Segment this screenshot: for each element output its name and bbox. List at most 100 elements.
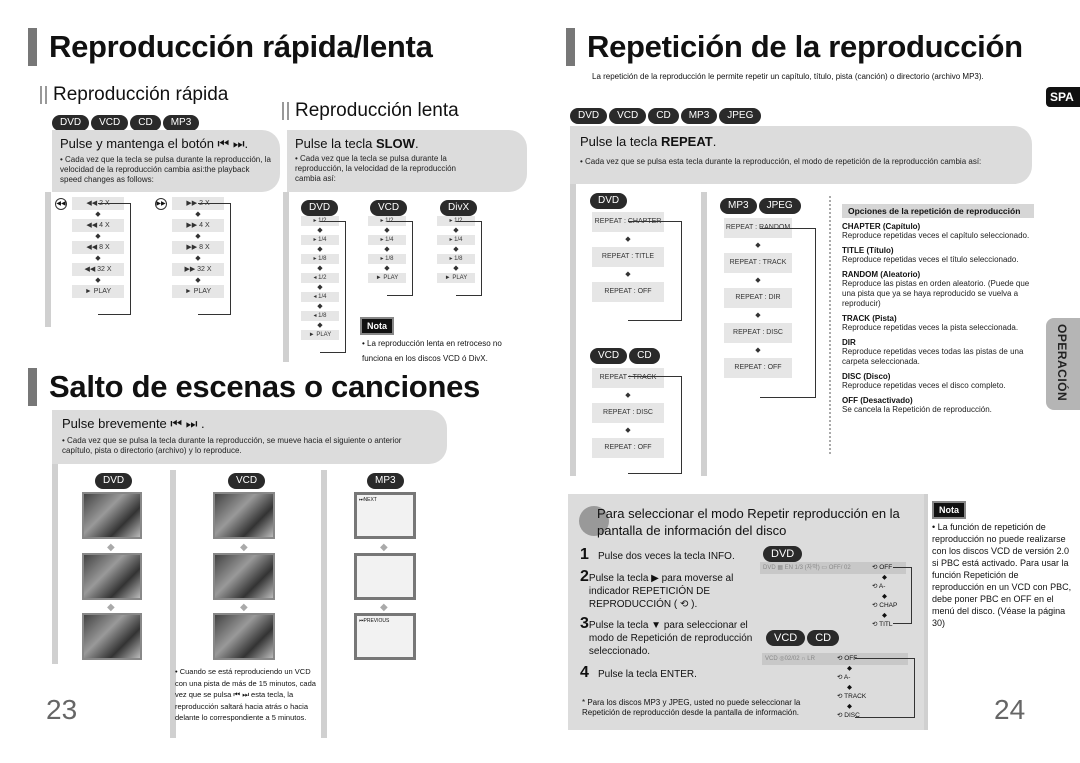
loop-arrow <box>98 203 131 315</box>
slow-divx-badge: DivX <box>440 197 479 216</box>
arrow-down-icon: ◆ <box>240 542 248 553</box>
instruction-text: Pulse la tecla <box>580 134 661 149</box>
option-item: OFF (Desactivado) Se cancela la Repetició… <box>842 396 1037 415</box>
arrow-down-icon: ◆ <box>380 602 388 613</box>
step-text: Pulse la tecla ▼ para seleccionar el mod… <box>588 620 753 657</box>
loop-arrow <box>855 658 915 718</box>
disc-badge: VCD <box>91 115 129 131</box>
disc-badge: VCD <box>766 630 806 646</box>
option-desc: Reproduce repetidas veces la pista selec… <box>842 323 1019 332</box>
disc-badge: CD <box>130 115 161 131</box>
divider-line <box>52 464 58 664</box>
loop-arrow <box>456 221 482 296</box>
repeat-subtitle: La repetición de la reproducción le perm… <box>592 72 984 81</box>
dvd-scene-image <box>82 553 142 600</box>
right-page-title: Repetición de la reproducción <box>566 28 1023 66</box>
repeat-note: • Cada vez que se pulsa esta tecla duran… <box>580 157 982 166</box>
disc-badge: DVD <box>301 200 339 216</box>
loop-arrow <box>760 228 816 398</box>
slow-dvd-badge: DVD <box>301 197 340 216</box>
option-item: DIR Reproduce repetidas veces todas las p… <box>842 338 1037 367</box>
disc-badge: MP3 <box>367 473 404 489</box>
section-tab-label: OPERACIÓN <box>1055 324 1069 402</box>
step-number: 4 <box>580 664 589 681</box>
repeat-nota-badge: Nota <box>932 500 966 519</box>
arrow-down-icon: ◆ <box>380 542 388 553</box>
option-desc: Reproduce repetidas veces todas las pist… <box>842 347 1024 366</box>
title-bar-decoration <box>28 28 37 66</box>
repeat-mp3jpeg-badges: MP3 JPEG <box>720 195 803 214</box>
step-text: Pulse la tecla ▶ para moverse al indicad… <box>588 573 734 610</box>
divider-line <box>45 192 51 327</box>
step-number: 3 <box>580 615 589 632</box>
instruction-text: Pulse la tecla <box>295 136 376 151</box>
option-name: DIR <box>842 338 856 347</box>
mp3-screen-previous: ⏮PREVIOUS <box>354 613 416 660</box>
info-step: 4 Pulse la tecla ENTER. <box>580 664 755 682</box>
option-desc: Reproduce las pistas en orden aleatorio.… <box>842 279 1030 308</box>
info-vcdcd-badges: VCD CD <box>766 628 841 646</box>
disc-badge: DivX <box>440 200 478 216</box>
dvd-scene-image <box>82 613 142 660</box>
disc-badge: VCD <box>609 108 647 124</box>
skip-title: Salto de escenas o canciones <box>28 368 480 406</box>
disc-badge: CD <box>807 630 840 646</box>
slow-instruction: Pulse la tecla SLOW. <box>295 136 419 151</box>
loop-arrow <box>893 567 912 624</box>
disc-badge: MP3 <box>680 108 718 124</box>
disc-badge: DVD <box>570 108 608 124</box>
language-tab: SPA <box>1046 87 1080 107</box>
skip-dvd-badge: DVD <box>95 470 134 489</box>
option-name: CHAPTER (Capítulo) <box>842 222 921 231</box>
divider-line <box>924 494 928 730</box>
fast-disc-badges: DVD VCD CD MP3 <box>52 112 201 131</box>
loop-arrow <box>628 221 682 321</box>
divider-line <box>570 184 576 476</box>
option-name: DISC (Disco) <box>842 372 891 381</box>
arrow-down-icon: ◆ <box>240 602 248 613</box>
arrow-down-icon: ◆ <box>107 602 115 613</box>
vcd-skip-note: • Cuando se está reproduciendo un VCD co… <box>175 667 316 722</box>
disc-badge: DVD <box>52 115 90 131</box>
skip-mp3-badge: MP3 <box>367 470 406 489</box>
disc-badge: CD <box>648 108 679 124</box>
option-desc: Reproduce repetidas veces el disco compl… <box>842 381 1006 390</box>
vcd-scene-image <box>213 613 275 660</box>
info-step: 1 Pulse dos veces la tecla INFO. <box>580 546 755 564</box>
fast-forward-icon: ▶▶ <box>155 198 167 210</box>
option-item: DISC (Disco) Reproduce repetidas veces el… <box>842 372 1037 391</box>
vcd-scene-image <box>213 553 275 600</box>
info-step: 2 Pulse la tecla ▶ para moverse al indica… <box>580 568 755 611</box>
option-item: CHAPTER (Capítulo) Reproduce repetidas ve… <box>842 222 1037 241</box>
disc-badge: DVD <box>590 193 628 209</box>
disc-badge: JPEG <box>758 198 801 214</box>
mp3-screen-next: ⏭NEXT <box>354 492 416 539</box>
page-number: 24 <box>994 694 1026 725</box>
vcd-scene-image <box>213 492 275 539</box>
page-number: 23 <box>46 694 78 725</box>
loop-arrow <box>628 376 682 474</box>
heading-bar-decoration <box>40 86 47 104</box>
disc-badge: VCD <box>370 200 408 216</box>
divider-line <box>283 192 289 362</box>
arrow-down-icon: ◆ <box>107 542 115 553</box>
disc-badge: JPEG <box>719 108 762 124</box>
fast-heading-text: Reproducción rápida <box>53 84 229 105</box>
slow-heading: Reproducción lenta <box>282 100 459 122</box>
options-list: CHAPTER (Capítulo) Reproduce repetidas ve… <box>842 222 1037 420</box>
step-text: Pulse dos veces la tecla INFO. <box>598 551 735 562</box>
repeat-instruction: Pulse la tecla REPEAT. <box>580 134 717 149</box>
disc-badge: VCD <box>590 348 628 364</box>
disc-badge: MP3 <box>720 198 757 214</box>
nota-label: Nota <box>360 317 394 335</box>
skip-instruction: Pulse brevemente ⏮ ⏭ . <box>62 416 205 431</box>
info-steps: 1 Pulse dos veces la tecla INFO. 2 Pulse l… <box>580 546 755 682</box>
slow-heading-text: Reproducción lenta <box>295 100 459 121</box>
fast-heading: Reproducción rápida <box>40 84 228 106</box>
skip-vcd-badge: VCD <box>228 470 267 489</box>
options-title: Opciones de la repetición de reproducció… <box>842 204 1034 218</box>
divider-line <box>321 470 327 738</box>
dvd-scene-image <box>82 492 142 539</box>
nota-label: Nota <box>932 501 966 519</box>
skip-instruction-box: Pulse brevemente ⏮ ⏭ . • Cada vez que se… <box>52 410 447 464</box>
